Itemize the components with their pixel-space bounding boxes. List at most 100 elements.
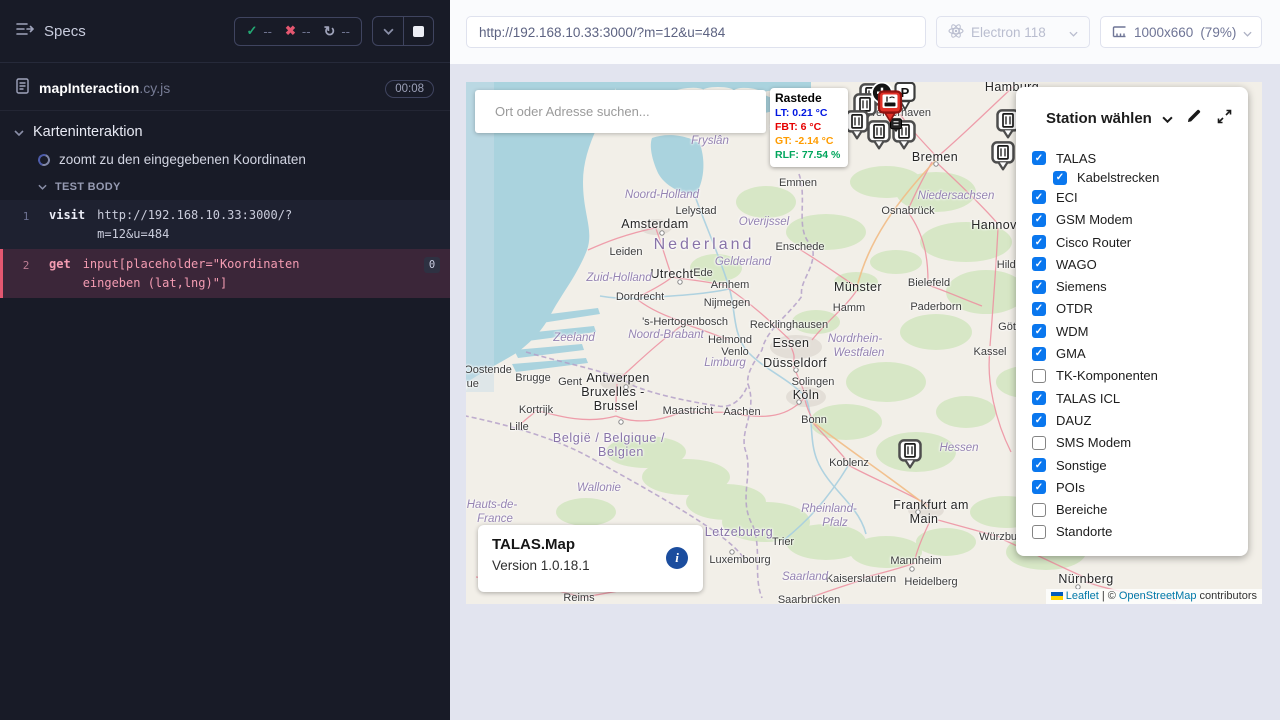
- test-body-section[interactable]: TEST BODY: [0, 172, 450, 200]
- station-filter-gma[interactable]: ✓GMA: [1032, 342, 1248, 364]
- map-label: Nijmegen: [704, 297, 750, 309]
- checkbox-label: Standorte: [1056, 524, 1112, 539]
- station-filter-gsm-modem[interactable]: ✓GSM Modem: [1032, 209, 1248, 231]
- map-label: Arnhem: [711, 279, 750, 291]
- map-label: Trier: [772, 536, 794, 548]
- leaflet-link[interactable]: Leaflet: [1066, 590, 1099, 602]
- checkbox-checked[interactable]: ✓: [1032, 257, 1046, 271]
- chevron-down-icon[interactable]: [1162, 110, 1173, 128]
- leaflet-map[interactable]: HamburgBremerhavenBremenHannoverNiedersa…: [466, 82, 1262, 604]
- map-label: Gent: [558, 376, 582, 388]
- station-filter-wdm[interactable]: ✓ WDM: [1032, 320, 1248, 342]
- map-search-input[interactable]: Ort oder Adresse suchen...: [475, 90, 766, 133]
- run-controls: [372, 16, 434, 46]
- station-filter-tk-komponenten[interactable]: TK-Komponenten: [1032, 365, 1248, 387]
- checkbox-checked[interactable]: ✓: [1032, 280, 1046, 294]
- map-label: Aachen: [723, 406, 760, 418]
- checkbox-unchecked[interactable]: [1032, 525, 1046, 539]
- viewport-selector[interactable]: 1000x660 (79%): [1100, 16, 1262, 48]
- chevron-down-icon: [14, 124, 24, 140]
- station-filter-talas-icl[interactable]: ✓ TALAS ICL: [1032, 387, 1248, 409]
- map-label: Bielefeld: [908, 277, 950, 289]
- checkbox-checked[interactable]: ✓: [1032, 190, 1046, 204]
- expand-icon[interactable]: [1217, 109, 1232, 129]
- station-marker[interactable]: [898, 439, 922, 474]
- checkbox-unchecked[interactable]: [1032, 369, 1046, 383]
- map-label: België / Belgique /: [553, 431, 665, 445]
- checkbox-checked[interactable]: ✓: [1032, 235, 1046, 249]
- station-filter-standorte[interactable]: Standorte: [1032, 521, 1248, 543]
- spec-row[interactable]: mapInteraction.cy.js 00:08: [0, 63, 450, 111]
- info-icon[interactable]: i: [666, 547, 688, 569]
- map-label: Luxembourg: [709, 554, 770, 566]
- checkbox-label: WDM: [1056, 324, 1089, 339]
- station-filter-cisco-router[interactable]: ✓Cisco Router: [1032, 231, 1248, 253]
- map-label: Letzebuerg: [705, 525, 774, 539]
- checkbox-label: Sonstige: [1056, 458, 1107, 473]
- station-filter-otdr[interactable]: ✓ OTDR: [1032, 298, 1248, 320]
- checkbox-checked[interactable]: ✓: [1032, 302, 1046, 316]
- station-filter-pois[interactable]: ✓POIs: [1032, 476, 1248, 498]
- browser-selector[interactable]: Electron 118: [936, 16, 1090, 48]
- checkbox-checked[interactable]: ✓: [1032, 324, 1046, 338]
- station-filter-sms-modem[interactable]: SMS Modem: [1032, 432, 1248, 454]
- map-label: Bruxelles -: [581, 385, 644, 399]
- station-filter-talas[interactable]: ✓TALAS: [1032, 147, 1248, 169]
- station-marker[interactable]: [845, 110, 869, 145]
- device-marker[interactable]: [877, 90, 903, 128]
- tooltip-value: GT: -2.14 °C: [775, 134, 843, 148]
- map-label: Utrecht: [650, 267, 693, 281]
- checkbox-checked[interactable]: ✓: [1032, 151, 1046, 165]
- map-label: Mannheim: [890, 555, 941, 567]
- command-visit[interactable]: 1visithttp://192.168.10.33:3000/?m=12&u=…: [0, 200, 450, 249]
- restart-icon: ↻: [324, 23, 336, 40]
- map-label: Düsseldorf: [763, 356, 827, 370]
- suite-karteninteraktion[interactable]: Karteninteraktion: [0, 111, 450, 145]
- map-label: Oostende: [466, 364, 512, 376]
- map-label: Fryslân: [691, 135, 729, 147]
- tooltip-value: LT: 0.21 °C: [775, 106, 843, 120]
- osm-link[interactable]: OpenStreetMap: [1119, 590, 1197, 602]
- checkbox-unchecked[interactable]: [1032, 503, 1046, 517]
- checkbox-checked[interactable]: ✓: [1032, 347, 1046, 361]
- station-filter-eci[interactable]: ✓ECI: [1032, 186, 1248, 208]
- specs-title: Specs: [44, 23, 86, 40]
- station-marker[interactable]: [991, 141, 1015, 176]
- map-label: France: [477, 513, 513, 525]
- run-stats: ✓-- ✖-- ↻--: [234, 17, 362, 46]
- map-label: Dordrecht: [616, 291, 664, 303]
- map-label: Nederland: [654, 236, 755, 254]
- checkbox-label: TALAS ICL: [1056, 391, 1120, 406]
- station-filter-bereiche[interactable]: Bereiche: [1032, 498, 1248, 520]
- stop-button[interactable]: [403, 17, 433, 45]
- checkbox-checked[interactable]: ✓: [1032, 480, 1046, 494]
- station-filter-siemens[interactable]: ✓Siemens: [1032, 275, 1248, 297]
- checkbox-checked[interactable]: ✓: [1032, 413, 1046, 427]
- station-filter-sonstige[interactable]: ✓ Sonstige: [1032, 454, 1248, 476]
- map-label: Recklinghausen: [750, 319, 828, 331]
- station-filter-dauz[interactable]: ✓DAUZ: [1032, 409, 1248, 431]
- specs-list-icon[interactable]: [16, 22, 34, 41]
- command-get[interactable]: 2getinput[placeholder="Koordinaten einge…: [0, 249, 450, 298]
- map-label: Noord-Brabant: [628, 329, 703, 341]
- station-checkbox-list: ✓TALAS✓Kabelstrecken✓ECI✓GSM Modem✓Cisco…: [1016, 139, 1248, 543]
- station-filter-kabelstrecken[interactable]: ✓Kabelstrecken: [1032, 169, 1248, 186]
- edit-pencil-icon[interactable]: [1186, 108, 1202, 129]
- map-label: Hamm: [833, 302, 865, 314]
- test-row-running[interactable]: zoomt zu den eingegebenen Koordinaten: [0, 145, 450, 172]
- checkbox-checked[interactable]: ✓: [1053, 171, 1067, 185]
- checkbox-unchecked[interactable]: [1032, 436, 1046, 450]
- checkbox-label: OTDR: [1056, 301, 1093, 316]
- collapse-button[interactable]: [373, 17, 403, 45]
- checkbox-checked[interactable]: ✓: [1032, 213, 1046, 227]
- checkbox-label: Bereiche: [1056, 502, 1107, 517]
- reporter-header: Specs ✓-- ✖-- ↻--: [0, 0, 450, 63]
- map-label: Maastricht: [663, 405, 714, 417]
- checkbox-checked[interactable]: ✓: [1032, 391, 1046, 405]
- map-label: Brussel: [594, 399, 638, 413]
- checkbox-checked[interactable]: ✓: [1032, 458, 1046, 472]
- url-input[interactable]: http://192.168.10.33:3000/?m=12&u=484: [466, 16, 926, 48]
- stat-passed: ✓--: [246, 23, 272, 39]
- map-label: Nordrhein-: [828, 333, 882, 345]
- station-filter-wago[interactable]: ✓WAGO: [1032, 253, 1248, 275]
